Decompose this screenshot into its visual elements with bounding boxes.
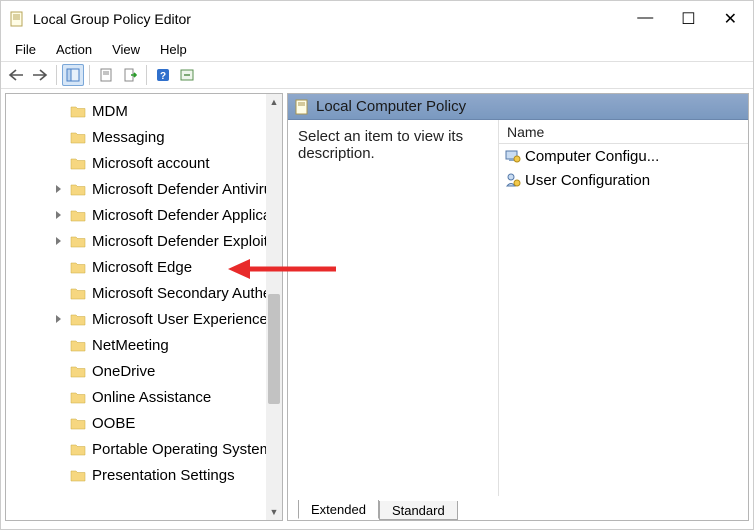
app-icon bbox=[9, 11, 25, 27]
back-button[interactable] bbox=[5, 64, 27, 86]
tree-item[interactable]: Microsoft Defender Antivirus bbox=[6, 176, 282, 202]
detail-panel: Local Computer Policy Select an item to … bbox=[287, 93, 749, 521]
tree-item-label: OneDrive bbox=[92, 363, 155, 380]
folder-icon bbox=[70, 105, 86, 118]
folder-icon bbox=[70, 261, 86, 274]
tree-item-label: Presentation Settings bbox=[92, 467, 235, 484]
forward-button[interactable] bbox=[29, 64, 51, 86]
export-icon bbox=[123, 68, 137, 82]
toolbar: ? bbox=[1, 61, 753, 89]
tree-item-label: Microsoft Secondary Authentication Facto… bbox=[92, 285, 282, 302]
folder-icon bbox=[70, 131, 86, 144]
detail-header-label: Local Computer Policy bbox=[316, 98, 466, 115]
detail-tabs: Extended Standard bbox=[288, 496, 748, 520]
menu-help[interactable]: Help bbox=[152, 40, 195, 59]
maximize-button[interactable]: ☐ bbox=[681, 9, 695, 29]
menubar: File Action View Help bbox=[1, 37, 753, 61]
svg-text:?: ? bbox=[160, 71, 166, 82]
menu-action[interactable]: Action bbox=[48, 40, 100, 59]
detail-header: Local Computer Policy bbox=[288, 94, 748, 120]
tree-item[interactable]: NetMeeting bbox=[6, 332, 282, 358]
tree-item-label: Microsoft Defender Exploit Guard bbox=[92, 233, 282, 250]
tree-item[interactable]: OOBE bbox=[6, 410, 282, 436]
folder-icon bbox=[70, 417, 86, 430]
user-config-icon bbox=[505, 172, 521, 188]
policy-header-icon bbox=[294, 99, 310, 115]
detail-body: Select an item to view its description. … bbox=[288, 120, 748, 496]
tree-item-label: Microsoft Edge bbox=[92, 259, 192, 276]
tree-item[interactable]: Microsoft Defender Application Guard bbox=[6, 202, 282, 228]
tree-item-label: Microsoft User Experience Virtualization bbox=[92, 311, 282, 328]
scroll-down-icon[interactable]: ▼ bbox=[266, 504, 282, 520]
tree-item[interactable]: Presentation Settings bbox=[6, 462, 282, 488]
list-column-header[interactable]: Name bbox=[499, 120, 748, 144]
tree-item-label: Online Assistance bbox=[92, 389, 211, 406]
tree-scrollbar[interactable]: ▲ ▼ bbox=[266, 94, 282, 520]
list-header-label: Name bbox=[507, 124, 544, 140]
titlebar: Local Group Policy Editor — ☐ ✕ bbox=[1, 1, 753, 37]
tree-item-label: NetMeeting bbox=[92, 337, 169, 354]
list-row-label: User Configuration bbox=[525, 172, 650, 189]
tree-item[interactable]: OneDrive bbox=[6, 358, 282, 384]
folder-icon bbox=[70, 287, 86, 300]
filter-button[interactable] bbox=[176, 64, 198, 86]
tree-item[interactable]: Portable Operating System bbox=[6, 436, 282, 462]
window-controls: — ☐ ✕ bbox=[637, 9, 745, 29]
show-hide-tree-button[interactable] bbox=[62, 64, 84, 86]
list-row[interactable]: Computer Configu... bbox=[499, 144, 748, 168]
tree-item-label: Messaging bbox=[92, 129, 165, 146]
scroll-up-icon[interactable]: ▲ bbox=[266, 94, 282, 110]
tree-item[interactable]: Messaging bbox=[6, 124, 282, 150]
help-icon: ? bbox=[156, 68, 170, 82]
folder-icon bbox=[70, 157, 86, 170]
properties-icon bbox=[99, 68, 113, 82]
tree-panel: MDM Messaging Microsoft account Microsoft D… bbox=[5, 93, 283, 521]
folder-icon bbox=[70, 443, 86, 456]
tree-item-label: Microsoft Defender Application Guard bbox=[92, 207, 282, 224]
list-row-label: Computer Configu... bbox=[525, 148, 659, 165]
computer-config-icon bbox=[505, 148, 521, 164]
export-button[interactable] bbox=[119, 64, 141, 86]
filter-icon bbox=[180, 68, 194, 82]
folder-icon bbox=[70, 209, 86, 222]
folder-icon bbox=[70, 235, 86, 248]
folder-icon bbox=[70, 469, 86, 482]
folder-icon bbox=[70, 365, 86, 378]
tab-standard[interactable]: Standard bbox=[379, 501, 458, 520]
tab-extended[interactable]: Extended bbox=[298, 500, 379, 519]
tree-item[interactable]: MDM bbox=[6, 98, 282, 124]
list-column: Name Computer Configu... bbox=[498, 120, 748, 496]
list-row[interactable]: User Configuration bbox=[499, 168, 748, 192]
folder-icon bbox=[70, 339, 86, 352]
tree-item[interactable]: Online Assistance bbox=[6, 384, 282, 410]
tree-item-label: Portable Operating System bbox=[92, 441, 272, 458]
tree-item[interactable]: Microsoft account bbox=[6, 150, 282, 176]
tree-item[interactable]: Microsoft Edge bbox=[6, 254, 282, 280]
arrow-left-icon bbox=[8, 69, 24, 81]
close-button[interactable]: ✕ bbox=[724, 9, 737, 29]
folder-icon bbox=[70, 183, 86, 196]
window-title: Local Group Policy Editor bbox=[33, 11, 637, 27]
folder-icon bbox=[70, 391, 86, 404]
tree-item[interactable]: Microsoft Secondary Authentication Facto… bbox=[6, 280, 282, 306]
tree-item[interactable]: Microsoft Defender Exploit Guard bbox=[6, 228, 282, 254]
tree-item-label: Microsoft Defender Antivirus bbox=[92, 181, 280, 198]
tree-item-label: Microsoft account bbox=[92, 155, 210, 172]
tree-item-label: OOBE bbox=[92, 415, 135, 432]
minimize-button[interactable]: — bbox=[637, 9, 653, 29]
tree-item[interactable]: Microsoft User Experience Virtualization bbox=[6, 306, 282, 332]
client-area: MDM Messaging Microsoft account Microsoft D… bbox=[1, 89, 753, 525]
scroll-thumb[interactable] bbox=[268, 294, 280, 404]
description-text: Select an item to view its description. bbox=[298, 128, 463, 162]
description-column: Select an item to view its description. bbox=[288, 120, 498, 496]
arrow-right-icon bbox=[32, 69, 48, 81]
menu-file[interactable]: File bbox=[7, 40, 44, 59]
menu-view[interactable]: View bbox=[104, 40, 148, 59]
tree-item-label: MDM bbox=[92, 103, 128, 120]
folder-icon bbox=[70, 313, 86, 326]
tree-pane-icon bbox=[66, 68, 80, 82]
help-button[interactable]: ? bbox=[152, 64, 174, 86]
properties-button[interactable] bbox=[95, 64, 117, 86]
